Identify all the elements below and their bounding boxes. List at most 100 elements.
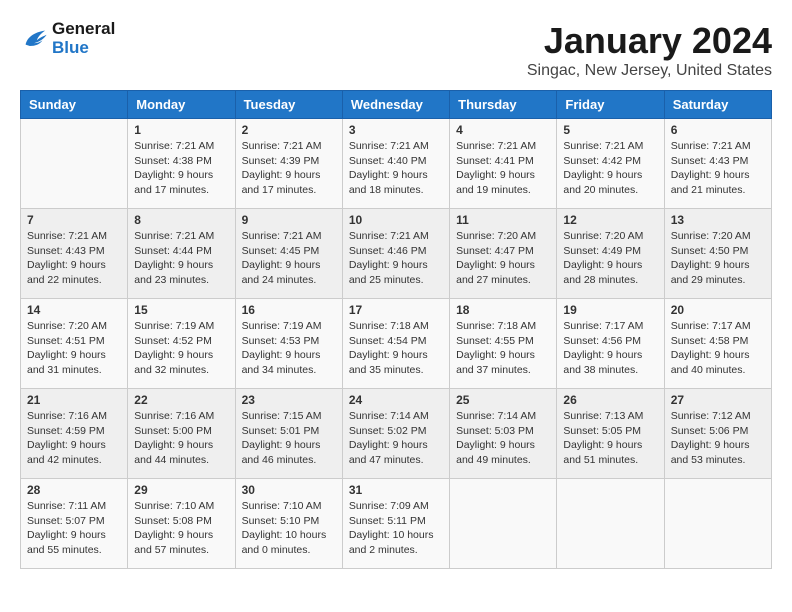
calendar-cell: 25 Sunrise: 7:14 AMSunset: 5:03 PMDayligh… xyxy=(450,389,557,479)
day-number: 25 xyxy=(456,393,550,407)
day-info: Sunrise: 7:18 AMSunset: 4:54 PMDaylight:… xyxy=(349,319,443,378)
day-number: 19 xyxy=(563,303,657,317)
day-info: Sunrise: 7:15 AMSunset: 5:01 PMDaylight:… xyxy=(242,409,336,468)
title-area: January 2024 Singac, New Jersey, United … xyxy=(527,20,772,80)
day-info: Sunrise: 7:10 AMSunset: 5:10 PMDaylight:… xyxy=(242,499,336,558)
calendar-week-4: 21 Sunrise: 7:16 AMSunset: 4:59 PMDayligh… xyxy=(21,389,772,479)
day-info: Sunrise: 7:19 AMSunset: 4:53 PMDaylight:… xyxy=(242,319,336,378)
day-info: Sunrise: 7:21 AMSunset: 4:39 PMDaylight:… xyxy=(242,139,336,198)
day-number: 22 xyxy=(134,393,228,407)
calendar-cell: 26Sunrise: 7:13 AMSunset: 5:05 PMDayligh… xyxy=(557,389,664,479)
day-number: 24 xyxy=(349,393,443,407)
calendar-cell xyxy=(450,479,557,569)
day-number: 21 xyxy=(27,393,121,407)
calendar-cell: 21 Sunrise: 7:16 AMSunset: 4:59 PMDayligh… xyxy=(21,389,128,479)
day-info: Sunrise: 7:20 AMSunset: 4:51 PMDaylight:… xyxy=(27,319,121,378)
calendar-cell xyxy=(21,119,128,209)
weekday-header-saturday: Saturday xyxy=(664,91,771,119)
day-info: Sunrise: 7:21 AMSunset: 4:40 PMDaylight:… xyxy=(349,139,443,198)
calendar-cell: 12 Sunrise: 7:20 AMSunset: 4:49 PMDayligh… xyxy=(557,209,664,299)
calendar-cell: 1 Sunrise: 7:21 AMSunset: 4:38 PMDaylight… xyxy=(128,119,235,209)
weekday-header-friday: Friday xyxy=(557,91,664,119)
calendar-cell xyxy=(557,479,664,569)
calendar-cell: 28 Sunrise: 7:11 AMSunset: 5:07 PMDayligh… xyxy=(21,479,128,569)
calendar-cell: 31 Sunrise: 7:09 AMSunset: 5:11 PMDayligh… xyxy=(342,479,449,569)
day-info: Sunrise: 7:12 AMSunset: 5:06 PMDaylight:… xyxy=(671,409,765,468)
day-info: Sunrise: 7:16 AMSunset: 4:59 PMDaylight:… xyxy=(27,409,121,468)
calendar-cell: 22 Sunrise: 7:16 AMSunset: 5:00 PMDayligh… xyxy=(128,389,235,479)
calendar-cell xyxy=(664,479,771,569)
day-number: 23 xyxy=(242,393,336,407)
calendar-cell: 2 Sunrise: 7:21 AMSunset: 4:39 PMDaylight… xyxy=(235,119,342,209)
calendar-header-row: SundayMondayTuesdayWednesdayThursdayFrid… xyxy=(21,91,772,119)
day-info: Sunrise: 7:17 AMSunset: 4:58 PMDaylight:… xyxy=(671,319,765,378)
weekday-header-tuesday: Tuesday xyxy=(235,91,342,119)
month-title: January 2024 xyxy=(527,20,772,62)
day-number: 2 xyxy=(242,123,336,137)
day-info: Sunrise: 7:11 AMSunset: 5:07 PMDaylight:… xyxy=(27,499,121,558)
day-number: 12 xyxy=(563,213,657,227)
calendar-cell: 27Sunrise: 7:12 AMSunset: 5:06 PMDayligh… xyxy=(664,389,771,479)
location-title: Singac, New Jersey, United States xyxy=(527,62,772,80)
day-info: Sunrise: 7:09 AMSunset: 5:11 PMDaylight:… xyxy=(349,499,443,558)
calendar-cell: 13 Sunrise: 7:20 AMSunset: 4:50 PMDayligh… xyxy=(664,209,771,299)
calendar-cell: 11 Sunrise: 7:20 AMSunset: 4:47 PMDayligh… xyxy=(450,209,557,299)
day-info: Sunrise: 7:20 AMSunset: 4:49 PMDaylight:… xyxy=(563,229,657,288)
day-info: Sunrise: 7:16 AMSunset: 5:00 PMDaylight:… xyxy=(134,409,228,468)
day-info: Sunrise: 7:21 AMSunset: 4:43 PMDaylight:… xyxy=(27,229,121,288)
calendar-cell: 23 Sunrise: 7:15 AMSunset: 5:01 PMDayligh… xyxy=(235,389,342,479)
day-number: 13 xyxy=(671,213,765,227)
day-number: 18 xyxy=(456,303,550,317)
calendar-cell: 19Sunrise: 7:17 AMSunset: 4:56 PMDayligh… xyxy=(557,299,664,389)
weekday-header-thursday: Thursday xyxy=(450,91,557,119)
day-number: 28 xyxy=(27,483,121,497)
calendar-table: SundayMondayTuesdayWednesdayThursdayFrid… xyxy=(20,90,772,569)
calendar-cell: 15 Sunrise: 7:19 AMSunset: 4:52 PMDayligh… xyxy=(128,299,235,389)
calendar-cell: 24Sunrise: 7:14 AMSunset: 5:02 PMDayligh… xyxy=(342,389,449,479)
calendar-cell: 9Sunrise: 7:21 AMSunset: 4:45 PMDaylight… xyxy=(235,209,342,299)
calendar-cell: 17 Sunrise: 7:18 AMSunset: 4:54 PMDayligh… xyxy=(342,299,449,389)
day-info: Sunrise: 7:21 AMSunset: 4:44 PMDaylight:… xyxy=(134,229,228,288)
calendar-cell: 14 Sunrise: 7:20 AMSunset: 4:51 PMDayligh… xyxy=(21,299,128,389)
logo-icon xyxy=(20,25,48,53)
day-info: Sunrise: 7:21 AMSunset: 4:42 PMDaylight:… xyxy=(563,139,657,198)
day-info: Sunrise: 7:19 AMSunset: 4:52 PMDaylight:… xyxy=(134,319,228,378)
day-number: 10 xyxy=(349,213,443,227)
calendar-cell: 20 Sunrise: 7:17 AMSunset: 4:58 PMDayligh… xyxy=(664,299,771,389)
day-number: 8 xyxy=(134,213,228,227)
weekday-header-sunday: Sunday xyxy=(21,91,128,119)
day-number: 26 xyxy=(563,393,657,407)
day-number: 29 xyxy=(134,483,228,497)
day-info: Sunrise: 7:21 AMSunset: 4:45 PMDaylight:… xyxy=(242,229,336,288)
weekday-header-monday: Monday xyxy=(128,91,235,119)
day-info: Sunrise: 7:14 AMSunset: 5:03 PMDaylight:… xyxy=(456,409,550,468)
day-number: 15 xyxy=(134,303,228,317)
day-number: 17 xyxy=(349,303,443,317)
calendar-cell: 30 Sunrise: 7:10 AMSunset: 5:10 PMDayligh… xyxy=(235,479,342,569)
day-number: 31 xyxy=(349,483,443,497)
calendar-week-5: 28 Sunrise: 7:11 AMSunset: 5:07 PMDayligh… xyxy=(21,479,772,569)
calendar-cell: 8 Sunrise: 7:21 AMSunset: 4:44 PMDaylight… xyxy=(128,209,235,299)
calendar-cell: 7 Sunrise: 7:21 AMSunset: 4:43 PMDaylight… xyxy=(21,209,128,299)
day-number: 5 xyxy=(563,123,657,137)
day-info: Sunrise: 7:21 AMSunset: 4:38 PMDaylight:… xyxy=(134,139,228,198)
day-info: Sunrise: 7:18 AMSunset: 4:55 PMDaylight:… xyxy=(456,319,550,378)
calendar-cell: 6Sunrise: 7:21 AMSunset: 4:43 PMDaylight… xyxy=(664,119,771,209)
day-number: 1 xyxy=(134,123,228,137)
day-number: 30 xyxy=(242,483,336,497)
logo-text: General Blue xyxy=(52,20,115,57)
day-number: 20 xyxy=(671,303,765,317)
calendar-week-2: 7 Sunrise: 7:21 AMSunset: 4:43 PMDaylight… xyxy=(21,209,772,299)
day-info: Sunrise: 7:20 AMSunset: 4:50 PMDaylight:… xyxy=(671,229,765,288)
calendar-body: 1 Sunrise: 7:21 AMSunset: 4:38 PMDaylight… xyxy=(21,119,772,569)
day-number: 7 xyxy=(27,213,121,227)
day-info: Sunrise: 7:21 AMSunset: 4:46 PMDaylight:… xyxy=(349,229,443,288)
day-number: 16 xyxy=(242,303,336,317)
day-number: 4 xyxy=(456,123,550,137)
day-number: 3 xyxy=(349,123,443,137)
day-number: 14 xyxy=(27,303,121,317)
day-info: Sunrise: 7:20 AMSunset: 4:47 PMDaylight:… xyxy=(456,229,550,288)
day-number: 11 xyxy=(456,213,550,227)
calendar-cell: 16 Sunrise: 7:19 AMSunset: 4:53 PMDayligh… xyxy=(235,299,342,389)
calendar-cell: 3 Sunrise: 7:21 AMSunset: 4:40 PMDaylight… xyxy=(342,119,449,209)
